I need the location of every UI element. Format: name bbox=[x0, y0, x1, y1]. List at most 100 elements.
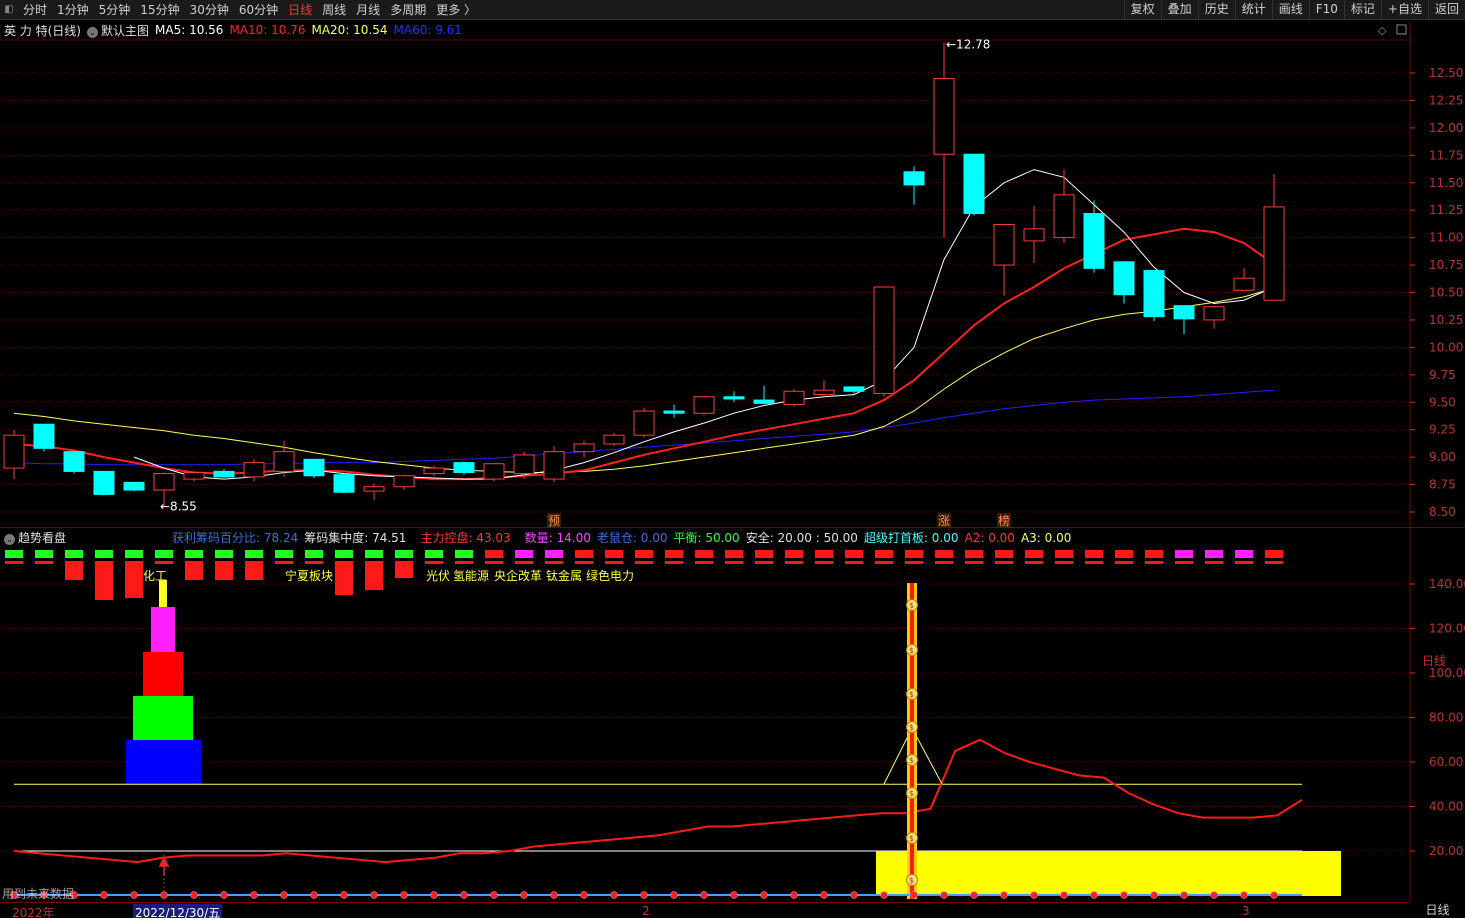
signal-bottom-38 bbox=[1145, 561, 1163, 564]
signal-top-35 bbox=[1055, 550, 1073, 558]
coin-bar-inner bbox=[910, 583, 914, 899]
signal-top-16 bbox=[485, 550, 503, 558]
ind-label-4: 60.00 bbox=[1429, 755, 1463, 769]
signal-top-37 bbox=[1115, 550, 1133, 558]
candle-19 bbox=[573, 440, 595, 458]
signal-top-15 bbox=[455, 550, 473, 558]
period-indicator[interactable]: 日线 bbox=[1410, 902, 1465, 918]
indicator-layer: 化工 宁夏板块 光伏 氢能源 央企改革 钛金属 绿色电力$$$$$$$$ bbox=[5, 550, 1341, 902]
baseline-dot-11 bbox=[340, 891, 348, 899]
signal-top-9 bbox=[275, 550, 293, 558]
ind-item-2: 主力控盘: 43.03 bbox=[420, 531, 511, 545]
chevron-down-icon: ⌄ bbox=[4, 534, 15, 545]
ind-item-8: A2: 0.00 bbox=[964, 530, 1015, 545]
panel-divider[interactable] bbox=[0, 527, 1465, 528]
candle-31 bbox=[933, 42, 955, 238]
signal-top-12 bbox=[365, 550, 383, 558]
signal-bottom-25 bbox=[755, 561, 773, 564]
pyramid-red bbox=[143, 652, 183, 696]
ind-item-0: 获利筹码百分比: 78.24 bbox=[172, 531, 299, 545]
price-label-1: 12.25 bbox=[1429, 93, 1463, 107]
signal-top-20 bbox=[605, 550, 623, 558]
candle-body-1 bbox=[33, 423, 55, 449]
candle-body-31 bbox=[933, 77, 955, 155]
red-drop-bar-8 bbox=[395, 564, 413, 578]
signal-bottom-7 bbox=[215, 561, 233, 564]
ind-label-0: 140.00 bbox=[1429, 577, 1465, 591]
price-label-5: 11.25 bbox=[1429, 203, 1463, 217]
signal-top-5 bbox=[155, 550, 173, 558]
signal-bottom-19 bbox=[575, 561, 593, 564]
candle-body-9 bbox=[273, 451, 295, 472]
signal-bottom-18 bbox=[545, 561, 563, 564]
signal-bottom-40 bbox=[1205, 561, 1223, 564]
candle-2 bbox=[63, 451, 85, 474]
signal-bottom-22 bbox=[665, 561, 683, 564]
signal-bottom-17 bbox=[515, 561, 533, 564]
signal-bottom-31 bbox=[935, 561, 953, 564]
signal-bottom-6 bbox=[185, 561, 203, 564]
red-drop-bar-1 bbox=[95, 564, 113, 600]
baseline-dot-32 bbox=[970, 891, 978, 899]
signal-bottom-16 bbox=[485, 561, 503, 564]
candle-body-32 bbox=[963, 153, 985, 214]
chart-canvas[interactable]: 12.50 12.25 12.00 11.75 11.50 11.25 11.00 10.75… bbox=[0, 0, 1465, 918]
period-side-label: 日线 bbox=[1421, 654, 1446, 668]
signal-bottom-1 bbox=[35, 561, 53, 564]
signal-bottom-24 bbox=[725, 561, 743, 564]
price-label-10: 10.00 bbox=[1429, 340, 1463, 354]
signal-bottom-2 bbox=[65, 561, 83, 564]
ind-label-6: 20.00 bbox=[1429, 844, 1463, 858]
price-label-2: 12.00 bbox=[1429, 121, 1463, 135]
signal-bottom-41 bbox=[1235, 561, 1253, 564]
price-label-9: 10.25 bbox=[1429, 313, 1463, 327]
ind-label-5: 40.00 bbox=[1429, 800, 1463, 814]
signal-top-30 bbox=[905, 550, 923, 558]
candle-body-10 bbox=[303, 458, 325, 477]
baseline-dot-4 bbox=[130, 891, 138, 899]
signal-bottom-13 bbox=[395, 561, 413, 564]
price-label-11: 9.75 bbox=[1429, 368, 1456, 382]
candle-body-37 bbox=[1113, 261, 1135, 296]
baseline-dot-36 bbox=[1090, 891, 1098, 899]
baseline-dot-17 bbox=[520, 891, 528, 899]
signal-bottom-0 bbox=[5, 561, 23, 564]
candle-18 bbox=[543, 446, 565, 483]
signal-top-27 bbox=[815, 550, 833, 558]
price-label-15: 8.75 bbox=[1429, 478, 1456, 492]
baseline-dot-41 bbox=[1240, 891, 1248, 899]
baseline-dot-29 bbox=[880, 891, 888, 899]
low-annotation: ←8.55 bbox=[160, 500, 197, 514]
candle-body-26 bbox=[783, 390, 805, 405]
candle-body-30 bbox=[903, 171, 925, 186]
candle-body-21 bbox=[633, 410, 655, 436]
baseline-dot-24 bbox=[730, 891, 738, 899]
baseline-dot-40 bbox=[1210, 891, 1218, 899]
baseline-dot-31 bbox=[940, 891, 948, 899]
signal-bottom-9 bbox=[275, 561, 293, 564]
candle-body-13 bbox=[393, 475, 415, 488]
signal-bottom-15 bbox=[455, 561, 473, 564]
signal-top-34 bbox=[1025, 550, 1043, 558]
price-label-8: 10.50 bbox=[1429, 286, 1463, 300]
candle-body-5 bbox=[153, 473, 175, 491]
candle-body-16 bbox=[483, 463, 505, 480]
signal-bottom-11 bbox=[335, 561, 353, 564]
baseline-dot-20 bbox=[610, 891, 618, 899]
baseline-dot-14 bbox=[430, 891, 438, 899]
candle-34 bbox=[1023, 205, 1045, 263]
high-annotation: ←12.78 bbox=[946, 37, 990, 51]
baseline-dot-13 bbox=[400, 891, 408, 899]
baseline-dot-26 bbox=[790, 891, 798, 899]
signal-top-10 bbox=[305, 550, 323, 558]
signal-bottom-4 bbox=[125, 561, 143, 564]
indicator-title[interactable]: ⌄ 趋势看盘 bbox=[4, 529, 66, 546]
ind-item-3: 数量: 14.00 bbox=[524, 531, 591, 545]
candle-10 bbox=[303, 458, 325, 478]
signal-bottom-34 bbox=[1025, 561, 1043, 564]
yellow-zone-block bbox=[876, 851, 1341, 896]
signal-top-4 bbox=[125, 550, 143, 558]
red-drop-bar-4 bbox=[215, 564, 233, 580]
candle-body-14 bbox=[423, 467, 445, 475]
signal-bottom-10 bbox=[305, 561, 323, 564]
